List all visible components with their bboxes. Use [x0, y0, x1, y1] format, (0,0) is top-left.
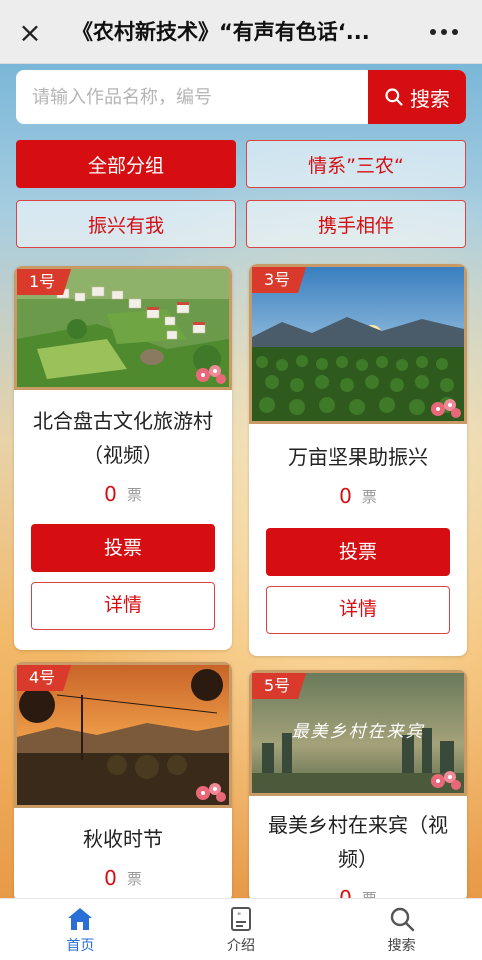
detail-button[interactable]: 详情: [266, 586, 450, 634]
entry-card[interactable]: 3号 万亩坚果助振兴 0 票 投票 详情: [249, 264, 467, 656]
entry-thumbnail[interactable]: 最美乡村在来宾 5号: [249, 670, 467, 796]
bottom-nav: 首页 " 介绍 搜索: [0, 898, 482, 960]
vote-count: 0 票: [14, 480, 232, 508]
detail-button[interactable]: 详情: [31, 582, 215, 630]
flower-decoration-icon: [196, 783, 226, 802]
nav-item-search[interactable]: 搜索: [321, 899, 482, 960]
entry-number-badge: 1号: [17, 269, 72, 295]
entry-card[interactable]: 1号 北合盘古文化旅游村（视频） 0 票 投票 详情: [14, 266, 232, 650]
vote-count: 0 票: [14, 864, 232, 892]
search-input[interactable]: [16, 70, 368, 124]
vote-number: 0: [104, 482, 117, 506]
search-icon: [385, 88, 403, 106]
category-zhenxing[interactable]: 振兴有我: [16, 200, 236, 248]
flower-decoration-icon: [196, 365, 226, 384]
nav-label: 首页: [66, 937, 95, 954]
nav-label: 介绍: [227, 937, 255, 954]
entry-number-badge: 4号: [17, 665, 72, 691]
entry-number-badge: 3号: [252, 267, 307, 293]
entry-thumbnail[interactable]: 3号: [249, 264, 467, 424]
vote-unit: 票: [126, 869, 142, 888]
entry-title: 最美乡村在来宾（视频）: [268, 813, 448, 871]
nav-item-home[interactable]: 首页: [0, 899, 161, 960]
flower-decoration-icon: [431, 771, 461, 790]
nav-item-intro[interactable]: " 介绍: [161, 899, 322, 960]
page-title: 《农村新技术》“有声有色话‘...: [72, 20, 370, 44]
vote-number: 0: [104, 866, 117, 890]
category-sannong[interactable]: 情系”三农“: [246, 140, 466, 188]
vote-count: 0 票: [249, 482, 467, 510]
svg-text:": ": [237, 912, 241, 922]
home-icon: [68, 907, 93, 930]
vote-unit: 票: [126, 485, 142, 504]
close-icon[interactable]: ×: [10, 12, 50, 52]
vote-button[interactable]: 投票: [31, 524, 215, 572]
entry-card[interactable]: 最美乡村在来宾 5号 最美乡村在来宾（视频） 0 票: [249, 670, 467, 902]
image-caption: 最美乡村在来宾: [291, 722, 425, 742]
search-icon: [390, 907, 414, 931]
entry-thumbnail[interactable]: 4号: [14, 662, 232, 808]
search-bar: 搜索: [16, 70, 466, 124]
entry-title: 秋收时节: [83, 827, 163, 851]
category-all[interactable]: 全部分组: [16, 140, 236, 188]
vote-unit: 票: [361, 487, 377, 506]
more-options-icon[interactable]: [422, 12, 466, 52]
top-bar: × 《农村新技术》“有声有色话‘...: [0, 0, 482, 64]
category-xieshou[interactable]: 携手相伴: [246, 200, 466, 248]
vote-button[interactable]: 投票: [266, 528, 450, 576]
search-button[interactable]: 搜索: [368, 70, 466, 124]
entry-title: 北合盘古文化旅游村（视频）: [33, 409, 213, 467]
nav-label: 搜索: [387, 937, 416, 954]
intro-icon: ": [231, 906, 251, 931]
entry-card[interactable]: 4号 秋收时节 0 票: [14, 662, 232, 902]
entry-thumbnail[interactable]: 1号: [14, 266, 232, 390]
entry-number-badge: 5号: [252, 673, 307, 699]
entry-title: 万亩坚果助振兴: [288, 445, 428, 469]
vote-number: 0: [339, 484, 352, 508]
search-button-label: 搜索: [410, 86, 450, 111]
flower-decoration-icon: [431, 399, 461, 418]
